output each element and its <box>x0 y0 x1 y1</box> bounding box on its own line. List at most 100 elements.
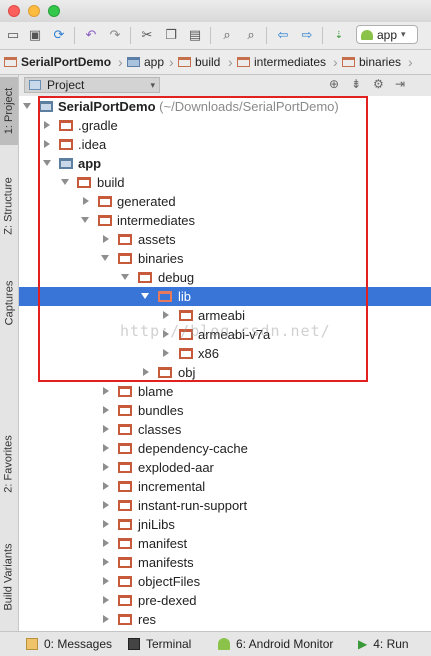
expand-arrow-icon[interactable] <box>143 368 149 376</box>
forward-icon[interactable]: ⇨ <box>298 26 316 44</box>
tree-row[interactable]: bundles <box>19 401 431 420</box>
tree-row[interactable]: pre-dexed <box>19 591 431 610</box>
run-icon: ▶ <box>358 637 368 651</box>
tree-row[interactable]: obj <box>19 363 431 382</box>
expand-arrow-icon[interactable] <box>103 577 109 585</box>
scroll-from-source-icon[interactable]: ⊕ <box>329 77 339 91</box>
project-view-selector[interactable]: Project ▾ <box>24 77 160 93</box>
tab-project[interactable]: 1: Project <box>0 77 18 145</box>
expand-arrow-icon[interactable] <box>103 558 109 566</box>
tree-row[interactable]: exploded-aar <box>19 458 431 477</box>
tab-run[interactable]: ▶ 4: Run <box>358 636 409 652</box>
expand-arrow-icon[interactable] <box>103 406 109 414</box>
tree-row[interactable]: manifests <box>19 553 431 572</box>
expand-arrow-icon[interactable] <box>121 274 129 280</box>
expand-arrow-icon[interactable] <box>103 463 109 471</box>
expand-arrow-icon[interactable] <box>103 596 109 604</box>
make-project-icon[interactable]: ⇣ <box>330 26 348 44</box>
tree-row[interactable]: instant-run-support <box>19 496 431 515</box>
android-icon <box>218 638 230 650</box>
collapse-all-icon[interactable]: ⇟ <box>351 77 361 91</box>
undo-icon[interactable]: ↶ <box>82 26 100 44</box>
expand-arrow-icon[interactable] <box>103 425 109 433</box>
expand-arrow-icon[interactable] <box>103 235 109 243</box>
expand-arrow-icon[interactable] <box>103 520 109 528</box>
tree-row[interactable]: jniLibs <box>19 515 431 534</box>
tab-captures[interactable]: Captures <box>0 271 18 335</box>
expand-arrow-icon[interactable] <box>103 539 109 547</box>
expand-arrow-icon[interactable] <box>103 482 109 490</box>
expand-arrow-icon[interactable] <box>44 121 50 129</box>
back-icon[interactable]: ⇦ <box>274 26 292 44</box>
paste-icon[interactable]: ▤ <box>186 26 204 44</box>
expand-arrow-icon[interactable] <box>163 311 169 319</box>
redo-icon[interactable]: ↷ <box>106 26 124 44</box>
breadcrumb-item-app[interactable]: app <box>127 54 164 70</box>
folder-icon <box>118 595 132 606</box>
tab-favorites[interactable]: 2: Favorites <box>0 425 18 503</box>
folder-icon <box>118 481 132 492</box>
breadcrumb-item-intermediates[interactable]: intermediates <box>237 54 326 70</box>
expand-arrow-icon[interactable] <box>103 444 109 452</box>
tree-row[interactable]: app <box>19 154 431 173</box>
settings-gear-icon[interactable]: ⚙ <box>373 77 384 91</box>
tree-row[interactable]: classes <box>19 420 431 439</box>
expand-arrow-icon[interactable] <box>103 615 109 623</box>
expand-arrow-icon[interactable] <box>103 501 109 509</box>
breadcrumb-item-project[interactable]: SerialPortDemo <box>4 54 111 70</box>
tab-structure[interactable]: Z: Structure <box>0 167 18 245</box>
minimize-window-button[interactable] <box>28 5 40 17</box>
tree-row[interactable]: .idea <box>19 135 431 154</box>
replace-icon[interactable]: ⌕ <box>242 26 260 44</box>
expand-arrow-icon[interactable] <box>83 197 89 205</box>
expand-arrow-icon[interactable] <box>61 179 69 185</box>
tree-row[interactable]: debug <box>19 268 431 287</box>
tree-row[interactable]: generated <box>19 192 431 211</box>
run-configuration-select[interactable]: app ▾ <box>356 25 418 44</box>
zoom-window-button[interactable] <box>48 5 60 17</box>
expand-arrow-icon[interactable] <box>101 255 109 261</box>
tab-messages[interactable]: 0: Messages <box>26 636 112 652</box>
tree-row[interactable]: blame <box>19 382 431 401</box>
tree-row[interactable]: dependency-cache <box>19 439 431 458</box>
tab-terminal[interactable]: Terminal <box>128 636 191 652</box>
folder-icon <box>118 234 132 245</box>
folder-icon <box>118 614 132 625</box>
tree-row[interactable]: res <box>19 610 431 629</box>
tree-row[interactable]: x86 <box>19 344 431 363</box>
expand-arrow-icon[interactable] <box>163 349 169 357</box>
tree-row[interactable]: intermediates <box>19 211 431 230</box>
tab-build-variants[interactable]: Build Variants <box>0 529 18 625</box>
expand-arrow-icon[interactable] <box>81 217 89 223</box>
tree-row[interactable]: manifest <box>19 534 431 553</box>
expand-arrow-icon[interactable] <box>23 103 31 109</box>
expand-arrow-icon[interactable] <box>103 387 109 395</box>
tree-row[interactable]: build <box>19 173 431 192</box>
save-icon[interactable]: ▣ <box>26 26 44 44</box>
open-folder-icon[interactable]: ▭ <box>4 26 22 44</box>
hide-panel-icon[interactable]: ⇥ <box>395 77 405 91</box>
tree-row[interactable]: assets <box>19 230 431 249</box>
expand-arrow-icon[interactable] <box>141 293 149 299</box>
expand-arrow-icon[interactable] <box>43 160 51 166</box>
tree-row[interactable]: .gradle <box>19 116 431 135</box>
breadcrumb-item-build[interactable]: build <box>178 54 220 70</box>
breadcrumb-item-binaries[interactable]: binaries <box>342 54 401 70</box>
copy-icon[interactable]: ❐ <box>162 26 180 44</box>
close-window-button[interactable] <box>8 5 20 17</box>
tree-row-selected[interactable]: lib <box>19 287 431 306</box>
folder-icon <box>118 576 132 587</box>
tree-row[interactable]: objectFiles <box>19 572 431 591</box>
sync-icon[interactable]: ⟳ <box>50 26 68 44</box>
folder-icon <box>118 443 132 454</box>
messages-icon <box>26 638 38 650</box>
tree-row[interactable]: incremental <box>19 477 431 496</box>
find-icon[interactable]: ⌕ <box>218 26 236 44</box>
expand-arrow-icon[interactable] <box>44 140 50 148</box>
bottom-tool-bar: 0: Messages Terminal 6: Android Monitor … <box>0 631 431 656</box>
tree-row-root[interactable]: SerialPortDemo (~/Downloads/SerialPortDe… <box>19 97 431 116</box>
cut-icon[interactable]: ✂ <box>138 26 156 44</box>
tab-android-monitor[interactable]: 6: Android Monitor <box>218 636 333 652</box>
chevron-down-icon: ▾ <box>401 29 406 39</box>
tree-row[interactable]: binaries <box>19 249 431 268</box>
